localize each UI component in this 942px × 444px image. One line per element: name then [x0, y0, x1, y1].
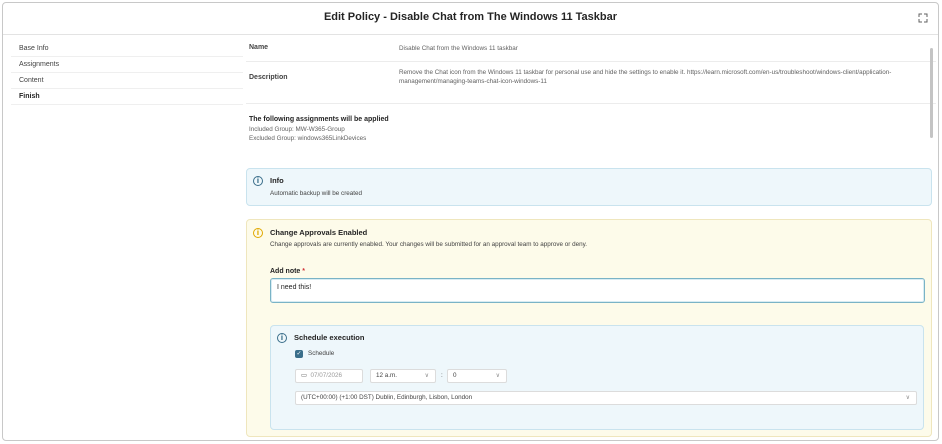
chevron-down-icon: ∨ [495, 373, 500, 379]
date-value: 07/07/2026 [310, 372, 342, 379]
assignments-heading: The following assignments will be applie… [249, 116, 389, 123]
time-separator: : [441, 372, 443, 379]
calendar-icon: ▭ [301, 372, 307, 379]
required-mark: * [302, 268, 306, 275]
dialog-title: Edit Policy - Disable Chat from The Wind… [323, 11, 618, 23]
description-row: Description Remove the Chat icon from th… [246, 62, 936, 104]
edit-policy-dialog: Edit Policy - Disable Chat from The Wind… [2, 2, 939, 441]
minute-select[interactable]: 0 ∨ [447, 369, 507, 383]
info-title: Info [270, 176, 284, 185]
schedule-title: Schedule execution [294, 333, 365, 342]
summary-panel: Name Disable Chat from the Windows 11 ta… [246, 36, 936, 154]
info-icon: i [253, 176, 263, 186]
minute-value: 0 [453, 372, 457, 379]
dialog-header: Edit Policy - Disable Chat from The Wind… [3, 3, 938, 35]
schedule-checkbox-label[interactable]: Schedule [308, 350, 334, 357]
expand-icon[interactable] [918, 13, 928, 23]
included-group: Included Group: MW-W365-Group [249, 126, 345, 133]
approval-title: Change Approvals Enabled [270, 228, 368, 237]
name-value: Disable Chat from the Windows 11 taskbar [399, 45, 518, 52]
hour-select[interactable]: 12 a.m. ∨ [370, 369, 436, 383]
warning-info-icon: i [253, 228, 263, 238]
step-assignments[interactable]: Assignments [11, 57, 243, 73]
description-value: Remove the Chat icon from the Windows 11… [399, 69, 892, 85]
info-banner: i Info Automatic backup will be created [246, 168, 932, 206]
approval-text: Change approvals are currently enabled. … [270, 241, 588, 248]
name-row: Name Disable Chat from the Windows 11 ta… [246, 36, 936, 62]
step-base-info[interactable]: Base Info [11, 41, 243, 57]
description-label: Description [249, 74, 288, 81]
schedule-checkbox[interactable]: ✓ [295, 350, 303, 358]
hour-value: 12 a.m. [376, 372, 397, 379]
timezone-value: (UTC+00:00) (+1:00 DST) Dublin, Edinburg… [301, 394, 473, 401]
chevron-down-icon: ∨ [424, 373, 429, 379]
excluded-group: Excluded Group: windows365LinkDevices [249, 135, 367, 142]
summary-scrollbar[interactable] [929, 42, 934, 160]
change-approval-panel: i Change Approvals Enabled Change approv… [246, 219, 932, 437]
step-content[interactable]: Content [11, 73, 243, 89]
timezone-select[interactable]: (UTC+00:00) (+1:00 DST) Dublin, Edinburg… [295, 391, 917, 405]
info-text: Automatic backup will be created [270, 190, 363, 197]
scrollbar-thumb[interactable] [930, 48, 933, 138]
assignments-summary: The following assignments will be applie… [246, 104, 936, 154]
schedule-panel: i Schedule execution ✓ Schedule ▭ 07/07/… [270, 325, 924, 430]
name-label: Name [249, 44, 269, 51]
note-textarea[interactable]: I need this! [270, 278, 925, 303]
add-note-label: Add note * [270, 268, 306, 275]
date-picker[interactable]: ▭ 07/07/2026 [295, 369, 363, 383]
step-finish[interactable]: Finish [11, 89, 243, 105]
wizard-steps: Base Info Assignments Content Finish [11, 41, 243, 105]
chevron-down-icon: ∨ [905, 395, 910, 401]
info-icon: i [277, 333, 287, 343]
